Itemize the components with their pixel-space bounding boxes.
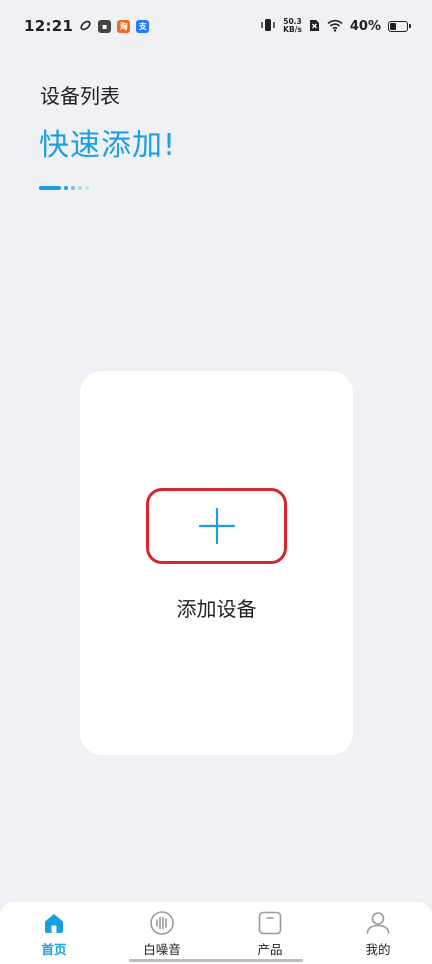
- status-left: 12:21 ▪ 淘 支: [24, 17, 150, 36]
- nav-profile-label: 我的: [365, 942, 391, 957]
- white-noise-icon: [150, 911, 174, 935]
- status-bar: 12:21 ▪ 淘 支 50.3 KB/s 40%: [0, 0, 432, 52]
- pager-active: [39, 186, 61, 190]
- device-card: 添加设备: [80, 371, 353, 755]
- nav-white-noise-label: 白噪音: [143, 942, 181, 957]
- nav-profile[interactable]: 我的: [338, 910, 418, 958]
- nav-product-label: 产品: [257, 942, 283, 957]
- plus-icon: [198, 507, 235, 545]
- home-indicator: [129, 959, 303, 962]
- nav-home[interactable]: 首页: [14, 910, 94, 958]
- battery-percent: 40%: [349, 18, 381, 34]
- pager-dot: [71, 186, 75, 190]
- link-icon: [79, 17, 92, 36]
- add-device-button[interactable]: [146, 488, 287, 564]
- pager-dot: [85, 186, 89, 190]
- bottom-nav: 首页 白噪音 产品 我的: [0, 902, 432, 964]
- status-right: 50.3 KB/s 40%: [260, 17, 411, 36]
- profile-icon: [366, 912, 390, 934]
- wifi-icon: [327, 17, 343, 36]
- pager-indicator: [39, 186, 89, 190]
- no-sim-icon: [309, 17, 320, 36]
- net-speed: 50.3 KB/s: [283, 18, 302, 34]
- status-time: 12:21: [24, 17, 74, 35]
- taobao-icon: 淘: [117, 19, 131, 33]
- battery-icon: [388, 20, 411, 32]
- alipay-icon: 支: [136, 19, 150, 33]
- nav-home-label: 首页: [41, 942, 67, 957]
- screen: 12:21 ▪ 淘 支 50.3 KB/s 40% 设备列表 快速添加! 添加设…: [0, 0, 432, 964]
- nav-product[interactable]: 产品: [230, 910, 310, 958]
- product-icon: [258, 911, 282, 935]
- net-speed-unit: KB/s: [283, 25, 302, 34]
- pager-dot: [64, 186, 68, 190]
- vibrate-icon: [260, 17, 276, 36]
- app-icon: ▪: [98, 19, 112, 33]
- pager-dot: [78, 186, 82, 190]
- page-subtitle: 设备列表: [40, 84, 120, 108]
- add-device-label[interactable]: 添加设备: [80, 593, 353, 622]
- home-icon: [45, 914, 63, 933]
- page-title: 快速添加!: [39, 128, 177, 163]
- nav-white-noise[interactable]: 白噪音: [122, 910, 202, 958]
